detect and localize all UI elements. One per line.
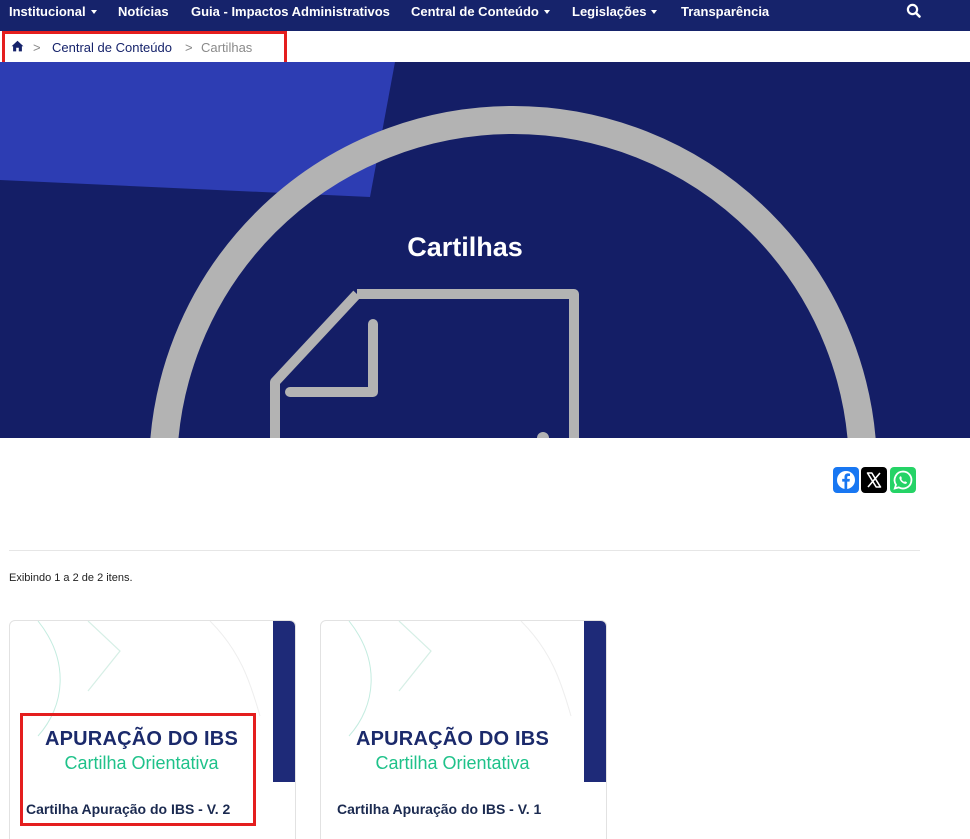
chevron-down-icon <box>651 10 658 14</box>
home-icon[interactable] <box>11 40 24 52</box>
page-title: Cartilhas <box>407 232 523 262</box>
top-navigation: Institucional Notícias Guia - Impactos A… <box>0 0 970 31</box>
chevron-down-icon <box>90 10 97 14</box>
nav-item-label: Central de Conteúdo <box>411 4 539 19</box>
card-heading: APURAÇÃO DO IBS <box>44 728 238 750</box>
whatsapp-icon[interactable] <box>890 467 916 493</box>
nav-item-label: Legislações <box>572 4 647 19</box>
divider <box>9 550 920 551</box>
publication-card[interactable]: APURAÇÃO DO IBS Cartilha Orientativa Car… <box>9 620 296 839</box>
nav-item-label: Notícias <box>118 4 169 19</box>
nav-item-label: Transparência <box>681 4 770 19</box>
nav-item-legislacoes[interactable]: Legislações <box>572 0 658 31</box>
x-icon[interactable] <box>861 467 887 493</box>
nav-item-label: Institucional <box>9 4 86 19</box>
nav-item-label: Guia - Impactos Administrativos <box>191 4 390 19</box>
card-title[interactable]: Cartilha Apuração do IBS - V. 1 <box>337 801 541 817</box>
nav-item-guia[interactable]: Guia - Impactos Administrativos <box>191 0 390 31</box>
card-subheading: Cartilha Orientativa <box>375 753 530 773</box>
breadcrumb-link-central-de-conteudo[interactable]: Central de Conteúdo <box>52 40 172 55</box>
hero-banner: Cartilhas <box>0 62 970 438</box>
breadcrumb-separator: > <box>33 40 41 55</box>
card-heading: APURAÇÃO DO IBS <box>355 728 549 750</box>
nav-item-institucional[interactable]: Institucional <box>9 0 97 31</box>
breadcrumb: > Central de Conteúdo > Cartilhas <box>0 31 970 62</box>
card-accent-stripe <box>273 621 295 782</box>
facebook-icon[interactable] <box>833 467 859 493</box>
card-title[interactable]: Cartilha Apuração do IBS - V. 2 <box>26 801 230 817</box>
publication-card[interactable]: APURAÇÃO DO IBS Cartilha Orientativa Car… <box>320 620 607 839</box>
search-icon[interactable] <box>905 2 923 20</box>
results-summary: Exibindo 1 a 2 de 2 itens. <box>9 572 133 584</box>
nav-item-noticias[interactable]: Notícias <box>118 0 169 31</box>
breadcrumb-current: Cartilhas <box>201 40 253 55</box>
chevron-down-icon <box>543 10 550 14</box>
breadcrumb-separator: > <box>185 40 193 55</box>
nav-item-transparencia[interactable]: Transparência <box>681 0 769 31</box>
card-accent-stripe <box>584 621 606 782</box>
nav-item-central-de-conteudo[interactable]: Central de Conteúdo <box>411 0 550 31</box>
card-subheading: Cartilha Orientativa <box>64 753 219 773</box>
